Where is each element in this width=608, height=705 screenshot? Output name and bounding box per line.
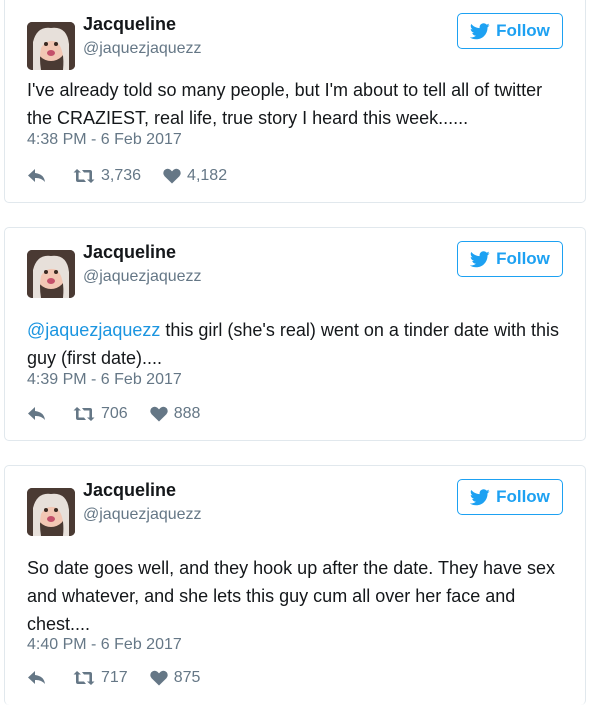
tweet-text: @jaquezjaquezz this girl (she's real) we…: [27, 316, 565, 372]
follow-button[interactable]: Follow: [457, 479, 563, 515]
follow-label: Follow: [496, 249, 550, 268]
retweet-count: 706: [101, 405, 128, 422]
heart-icon: [163, 168, 181, 184]
user-handle[interactable]: @jaquezjaquezz: [83, 40, 202, 58]
reply-arrow-icon: [28, 407, 45, 420]
display-name[interactable]: Jacqueline: [83, 242, 176, 263]
tweet-card: Jacqueline @jaquezjaquezz Follow So date…: [4, 465, 586, 705]
retweet-icon: [73, 169, 95, 183]
like-button[interactable]: 875: [149, 669, 201, 687]
like-count: 888: [173, 405, 201, 422]
reply-button[interactable]: [27, 406, 47, 422]
mention-link[interactable]: @jaquezjaquezz: [27, 320, 160, 340]
tweet-body: So date goes well, and they hook up afte…: [27, 558, 556, 634]
display-name[interactable]: Jacqueline: [83, 480, 176, 501]
tweet-text: I've already told so many people, but I'…: [27, 76, 565, 132]
display-name[interactable]: Jacqueline: [83, 14, 176, 35]
like-count: 875: [173, 669, 201, 686]
user-handle[interactable]: @jaquezjaquezz: [83, 506, 202, 524]
reply-arrow-icon: [28, 671, 45, 684]
reply-arrow-icon: [28, 169, 45, 182]
tweet-card: Jacqueline @jaquezjaquezz Follow I've al…: [4, 0, 586, 203]
like-button[interactable]: 888: [149, 405, 201, 423]
avatar[interactable]: [27, 22, 75, 70]
tweet-actions: 706 888: [27, 404, 200, 424]
tweet-actions: 3,736 4,182: [27, 166, 227, 186]
retweet-icon: [73, 671, 95, 685]
reply-button[interactable]: [27, 168, 47, 184]
tweet-card: Jacqueline @jaquezjaquezz Follow @jaquez…: [4, 227, 586, 441]
user-handle[interactable]: @jaquezjaquezz: [83, 268, 202, 286]
reply-button[interactable]: [27, 670, 47, 686]
like-button[interactable]: 4,182: [163, 167, 227, 185]
tweet-body: I've already told so many people, but I'…: [27, 80, 543, 128]
retweet-button[interactable]: 3,736: [73, 167, 141, 185]
follow-label: Follow: [496, 21, 550, 40]
heart-icon: [149, 406, 168, 422]
avatar[interactable]: [27, 250, 75, 298]
retweet-button[interactable]: 706: [73, 405, 128, 423]
heart-icon: [149, 670, 168, 686]
retweet-icon: [73, 407, 95, 421]
follow-button[interactable]: Follow: [457, 13, 563, 49]
like-count: 4,182: [187, 167, 228, 184]
twitter-bird-icon: [470, 250, 490, 267]
avatar[interactable]: [27, 488, 75, 536]
retweet-count: 3,736: [101, 167, 142, 184]
follow-button[interactable]: Follow: [457, 241, 563, 277]
tweet-text: So date goes well, and they hook up afte…: [27, 554, 565, 638]
twitter-bird-icon: [470, 488, 490, 505]
tweet-timestamp[interactable]: 4:38 PM - 6 Feb 2017: [27, 131, 182, 149]
tweet-timestamp[interactable]: 4:39 PM - 6 Feb 2017: [27, 371, 182, 389]
retweet-count: 717: [101, 669, 128, 686]
twitter-bird-icon: [470, 22, 490, 39]
retweet-button[interactable]: 717: [73, 669, 128, 687]
tweet-timestamp[interactable]: 4:40 PM - 6 Feb 2017: [27, 636, 182, 654]
tweet-actions: 717 875: [27, 668, 200, 688]
follow-label: Follow: [496, 487, 550, 506]
